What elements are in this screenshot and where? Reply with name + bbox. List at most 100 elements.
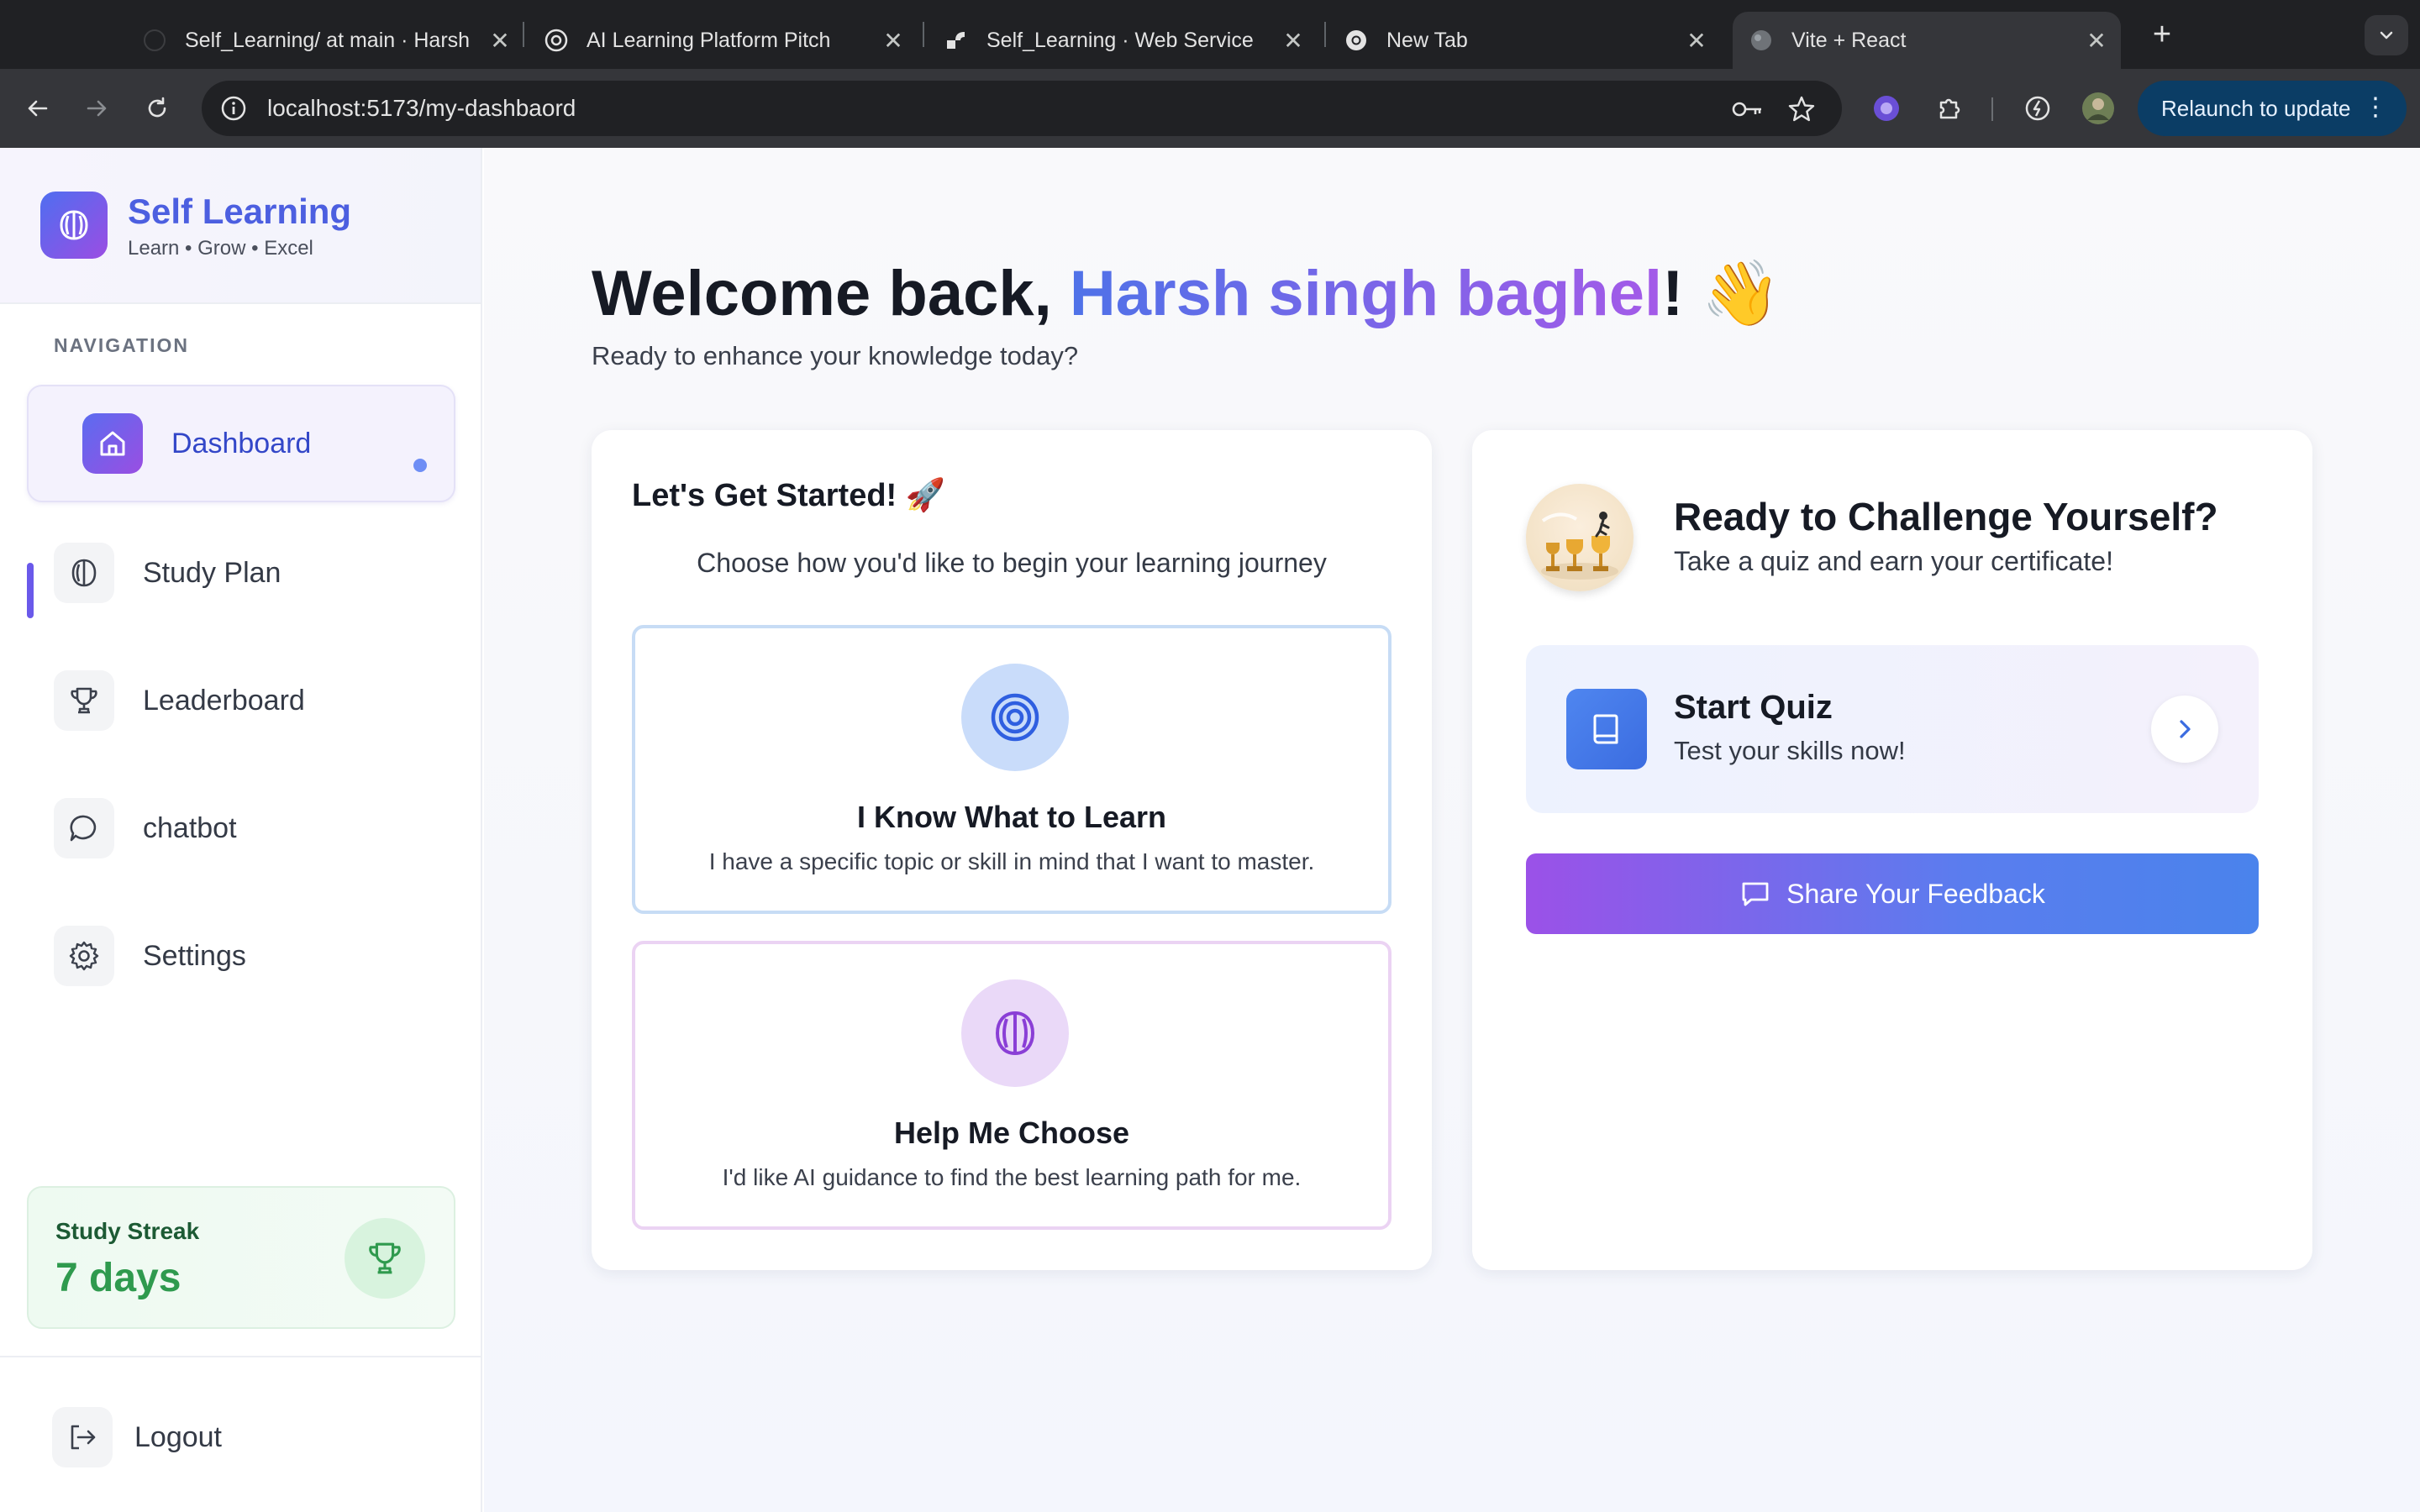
start-quiz-card[interactable]: Start Quiz Test your skills now! [1526, 645, 2259, 813]
sidebar-item-label: Dashboard [171, 427, 312, 459]
sidebar-item-label: chatbot [143, 811, 237, 844]
message-square-icon [1739, 878, 1771, 910]
brand-header: Self Learning Learn • Grow • Excel [0, 148, 481, 304]
tab-vite-react[interactable]: Vite + React ✕ [1733, 12, 2121, 69]
close-icon[interactable]: ✕ [1281, 27, 1306, 55]
trophy-icon [345, 1218, 425, 1299]
close-icon[interactable]: ✕ [487, 27, 513, 55]
quiz-title: Start Quiz [1674, 689, 1833, 726]
start-quiz-button[interactable] [2151, 696, 2218, 763]
feedback-label: Share Your Feedback [1786, 878, 2045, 909]
tab-divider [523, 22, 524, 47]
get-started-card: Let's Get Started! 🚀 Choose how you'd li… [592, 430, 1432, 1270]
address-bar[interactable]: localhost:5173/my-dashbaord [202, 81, 1842, 136]
close-icon[interactable]: ✕ [881, 27, 906, 55]
arrow-left-icon [28, 100, 48, 117]
share-feedback-button[interactable]: Share Your Feedback [1526, 853, 2259, 934]
tab-ai-pitch[interactable]: AI Learning Platform Pitch ✕ [544, 12, 906, 69]
tab-github[interactable]: Self_Learning/ at main · Harsh ✕ [143, 12, 513, 69]
tab-title: Vite + React [1791, 28, 1907, 52]
tab-divider [1324, 22, 1326, 47]
welcome-suffix: ! 👋 [1662, 258, 1781, 329]
challenge-title: Ready to Challenge Yourself? [1674, 495, 2218, 538]
back-button[interactable] [17, 87, 59, 129]
relaunch-button[interactable]: Relaunch to update ⋮ [2138, 81, 2407, 136]
star-icon[interactable] [1785, 92, 1818, 126]
nav-section-label: NAVIGATION [54, 334, 189, 356]
profile-avatar[interactable] [2079, 89, 2118, 128]
browser-toolbar: localhost:5173/my-dashbaord Relaunch to … [0, 69, 2420, 148]
render-icon [944, 29, 968, 52]
welcome-subtitle: Ready to enhance your knowledge today? [592, 341, 1079, 370]
option-title: Help Me Choose [893, 1116, 1130, 1150]
logout-icon [52, 1407, 113, 1467]
url-text: localhost:5173/my-dashbaord [267, 95, 576, 121]
book-icon [1566, 689, 1647, 769]
know-what-to-learn-option[interactable]: I Know What to Learn I have a specific t… [632, 625, 1392, 914]
logout-label: Logout [134, 1420, 222, 1453]
study-streak-card: Study Streak 7 days [27, 1186, 455, 1329]
sidebar-item-label: Leaderboard [143, 684, 305, 717]
card-title: Let's Get Started! 🚀 [632, 478, 946, 513]
openai-icon [544, 29, 568, 52]
close-icon[interactable]: ✕ [2084, 27, 2109, 55]
quiz-subtitle: Test your skills now! [1674, 736, 1906, 765]
tab-title: New Tab [1386, 28, 1468, 52]
toolbar-divider [1991, 97, 1993, 121]
sidebar-item-study-plan[interactable]: Study Plan [27, 514, 455, 632]
new-tab-button[interactable]: + [2141, 13, 2183, 55]
sidebar-item-settings[interactable]: Settings [27, 897, 455, 1015]
more-vert-icon[interactable]: ⋮ [2363, 91, 2388, 124]
option-description: I have a specific topic or skill in mind… [708, 848, 1315, 874]
gear-icon [54, 926, 114, 986]
tab-title: Self_Learning · Web Service [986, 28, 1254, 52]
brain-icon [961, 979, 1069, 1087]
tab-render[interactable]: Self_Learning · Web Service ✕ [944, 12, 1306, 69]
tab-title: AI Learning Platform Pitch [587, 28, 831, 52]
chat-icon [54, 798, 114, 858]
card-subtitle: Choose how you'd like to begin your lear… [697, 548, 1327, 578]
browser-tab-bar: Self_Learning/ at main · Harsh ✕ AI Lear… [0, 0, 2420, 69]
performance-icon[interactable] [2018, 89, 2057, 128]
sidebar-item-dashboard[interactable]: Dashboard [27, 385, 455, 502]
option-title: I Know What to Learn [857, 800, 1166, 834]
forward-button[interactable] [76, 87, 118, 129]
tab-new-tab[interactable]: New Tab ✕ [1344, 12, 1709, 69]
puzzle-icon[interactable] [1929, 89, 1968, 128]
home-icon [82, 413, 143, 474]
sidebar: Self Learning Learn • Grow • Excel NAVIG… [0, 148, 482, 1512]
chevron-down-icon [2380, 31, 2393, 39]
sidebar-item-leaderboard[interactable]: Leaderboard [27, 642, 455, 759]
github-icon [143, 29, 166, 52]
brand-name: Self Learning [128, 192, 352, 231]
trophy-illustration [1526, 484, 1634, 591]
challenge-subtitle: Take a quiz and earn your certificate! [1674, 546, 2113, 576]
sidebar-item-label: Study Plan [143, 556, 281, 589]
globe-icon [1749, 29, 1773, 52]
tab-title: Self_Learning/ at main · Harsh [185, 28, 471, 52]
chrome-icon [1344, 29, 1368, 52]
option-description: I'd like AI guidance to find the best le… [722, 1164, 1302, 1190]
active-dot [413, 459, 427, 472]
tab-search-button[interactable] [2365, 15, 2408, 55]
key-icon[interactable] [1731, 92, 1765, 126]
close-icon[interactable]: ✕ [1684, 27, 1709, 55]
welcome-prefix: Welcome back, [592, 258, 1070, 329]
main-content: Welcome back, Harsh singh baghel! 👋 Read… [484, 148, 2420, 1512]
help-me-choose-option[interactable]: Help Me Choose I'd like AI guidance to f… [632, 941, 1392, 1230]
extension-icon[interactable] [1867, 89, 1906, 128]
sidebar-divider [0, 1356, 481, 1357]
brain-icon [54, 543, 114, 603]
reload-button[interactable] [136, 87, 178, 129]
streak-label: Study Streak [55, 1218, 200, 1244]
streak-value: 7 days [55, 1256, 182, 1300]
reload-icon [148, 97, 166, 118]
logout-button[interactable]: Logout [27, 1399, 222, 1475]
site-info-icon[interactable] [217, 92, 250, 125]
brain-logo-icon [40, 192, 108, 259]
challenge-card: Ready to Challenge Yourself? Take a quiz… [1472, 430, 2312, 1270]
relaunch-label: Relaunch to update [2161, 95, 2351, 121]
user-name: Harsh singh baghel [1069, 258, 1663, 329]
sidebar-item-chatbot[interactable]: chatbot [27, 769, 455, 887]
brand-tagline: Learn • Grow • Excel [128, 237, 313, 260]
